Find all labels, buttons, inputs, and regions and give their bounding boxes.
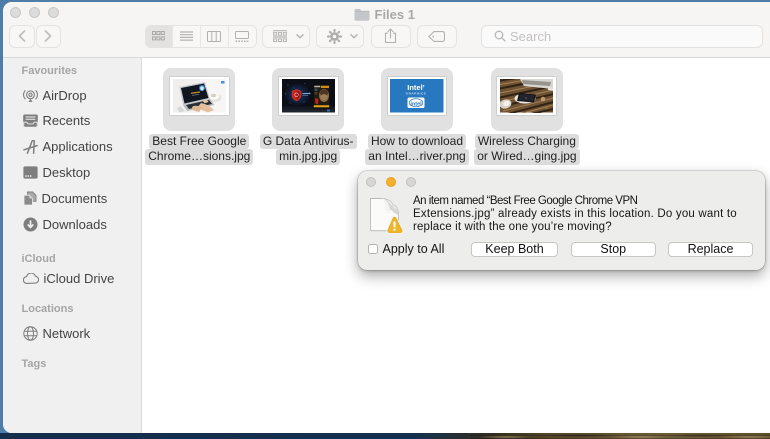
svg-text:GRAPHICS: GRAPHICS bbox=[406, 92, 427, 96]
svg-text:Intel’: Intel’ bbox=[408, 83, 426, 92]
